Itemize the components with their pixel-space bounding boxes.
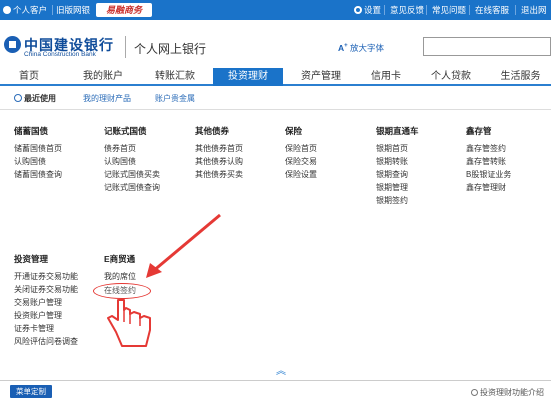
menu-item[interactable]: 鑫存管签约 bbox=[466, 144, 506, 154]
divider bbox=[469, 5, 470, 15]
annotation-overlay bbox=[107, 213, 221, 347]
personal-customer-link[interactable]: 个人客户 bbox=[3, 5, 47, 15]
divider bbox=[426, 5, 427, 15]
menu-heading-other-bonds: 其他债券 bbox=[195, 126, 230, 136]
sub-nav: 最近使用 我的理财产品 账户贵金属 bbox=[0, 88, 551, 110]
menu-item[interactable]: 银期转账 bbox=[376, 157, 408, 167]
menu-item[interactable]: 认购国债 bbox=[14, 157, 46, 167]
menu-item[interactable]: 保险设置 bbox=[285, 170, 317, 180]
divider bbox=[125, 36, 126, 58]
annotation-arrow-head bbox=[146, 263, 162, 278]
tab-personal-loan[interactable]: 个人贷款 bbox=[420, 68, 482, 86]
tab-asset-management[interactable]: 资产管理 bbox=[290, 68, 352, 86]
menu-item[interactable]: 记账式国债查询 bbox=[104, 183, 160, 193]
feature-intro-link[interactable]: 投资理财功能介绍 bbox=[471, 387, 544, 398]
tab-my-account[interactable]: 我的账户 bbox=[72, 68, 134, 86]
menu-heading-ebusiness: E商贸通 bbox=[104, 254, 136, 264]
top-bar: 个人客户 旧版网银 易融商务 设置 意见反馈 常见问题 在线客服 退出网 bbox=[0, 0, 551, 20]
tab-transfer[interactable]: 转账汇款 bbox=[144, 68, 206, 86]
menu-heading-bank-futures: 银期直通车 bbox=[376, 126, 419, 136]
enlarge-font-button[interactable]: A+ 放大字体 bbox=[338, 42, 384, 54]
menu-item[interactable]: 储蓄国债首页 bbox=[14, 144, 62, 154]
menu-heading-insurance: 保险 bbox=[285, 126, 303, 136]
collapse-up-icon[interactable]: ︽ bbox=[276, 367, 286, 377]
divider bbox=[52, 5, 53, 15]
menu-heading-xincunbao: 鑫存管 bbox=[466, 126, 492, 136]
main-nav: 首页 我的账户 转账汇款 投资理财 资产管理 信用卡 个人贷款 生活服务 bbox=[0, 68, 551, 86]
menu-heading-bookentry: 记账式国债 bbox=[104, 126, 147, 136]
menu-item[interactable]: 我的席位 bbox=[104, 272, 136, 282]
menu-custom-button[interactable]: 菜单定制 bbox=[10, 385, 52, 398]
site-title: 个人网上银行 bbox=[134, 42, 207, 56]
menu-item[interactable]: 记账式国债买卖 bbox=[104, 170, 160, 180]
menu-item[interactable]: 银期首页 bbox=[376, 144, 408, 154]
menu-item[interactable]: 鑫存管理财 bbox=[466, 183, 506, 193]
divider bbox=[384, 5, 385, 15]
menu-item[interactable]: 银期管理 bbox=[376, 183, 408, 193]
menu-item[interactable]: 投资账户管理 bbox=[14, 311, 62, 321]
menu-item[interactable]: 交易账户管理 bbox=[14, 298, 62, 308]
menu-item[interactable]: B股银证业务 bbox=[466, 170, 511, 180]
menu-item[interactable]: 风险评估问卷调查 bbox=[14, 337, 78, 347]
tab-investment[interactable]: 投资理财 bbox=[213, 68, 283, 86]
menu-item[interactable]: 其他债券买卖 bbox=[195, 170, 243, 180]
menu-heading-treasury: 储蓄国债 bbox=[14, 126, 49, 136]
logout-link[interactable]: 退出网 bbox=[521, 5, 547, 15]
menu-item[interactable]: 认购国债 bbox=[104, 157, 136, 167]
menu-item[interactable]: 鑫存管转账 bbox=[466, 157, 506, 167]
highlight-circle bbox=[93, 283, 151, 299]
menu-item[interactable]: 银期签约 bbox=[376, 196, 408, 206]
annotation-arrow-line bbox=[151, 213, 221, 274]
online-service-link[interactable]: 在线客服 bbox=[475, 5, 509, 15]
precious-metal-link[interactable]: 账户贵金属 bbox=[155, 94, 195, 104]
menu-item[interactable]: 保险交易 bbox=[285, 157, 317, 167]
recent-used-link[interactable]: 最近使用 bbox=[14, 94, 56, 104]
clock-icon bbox=[14, 94, 22, 102]
menu-item[interactable]: 债券首页 bbox=[104, 144, 136, 154]
faq-link[interactable]: 常见问题 bbox=[432, 5, 466, 15]
menu-heading-investment-management: 投资管理 bbox=[14, 254, 49, 264]
ccb-logo-icon bbox=[4, 36, 21, 53]
bank-logo-english: China Construction Bank bbox=[24, 51, 96, 58]
gear-icon bbox=[354, 6, 362, 14]
tab-life-services[interactable]: 生活服务 bbox=[490, 68, 551, 86]
user-icon bbox=[3, 6, 11, 14]
tab-credit-card[interactable]: 信用卡 bbox=[358, 68, 414, 86]
feedback-link[interactable]: 意见反馈 bbox=[390, 5, 424, 15]
menu-item[interactable]: 储蓄国债查询 bbox=[14, 170, 62, 180]
menu-item[interactable]: 其他债券认购 bbox=[195, 157, 243, 167]
divider bbox=[0, 380, 551, 381]
divider bbox=[515, 5, 516, 15]
menu-item[interactable]: 银期查询 bbox=[376, 170, 408, 180]
font-size-icon: A+ bbox=[338, 43, 348, 53]
settings-link[interactable]: 设置 bbox=[354, 5, 381, 15]
info-icon bbox=[471, 389, 478, 396]
menu-item[interactable]: 证券卡管理 bbox=[14, 324, 54, 334]
menu-item[interactable]: 其他债券首页 bbox=[195, 144, 243, 154]
menu-item[interactable]: 开通证券交易功能 bbox=[14, 272, 78, 282]
menu-item[interactable]: 关闭证券交易功能 bbox=[14, 285, 78, 295]
old-site-link[interactable]: 旧版网银 bbox=[56, 5, 90, 15]
hand-cursor-icon bbox=[107, 299, 151, 347]
tab-home[interactable]: 首页 bbox=[0, 68, 58, 86]
business-badge-link[interactable]: 易融商务 bbox=[96, 3, 152, 17]
search-input[interactable] bbox=[423, 37, 551, 56]
menu-item[interactable]: 保险首页 bbox=[285, 144, 317, 154]
my-products-link[interactable]: 我的理财产品 bbox=[83, 94, 131, 104]
